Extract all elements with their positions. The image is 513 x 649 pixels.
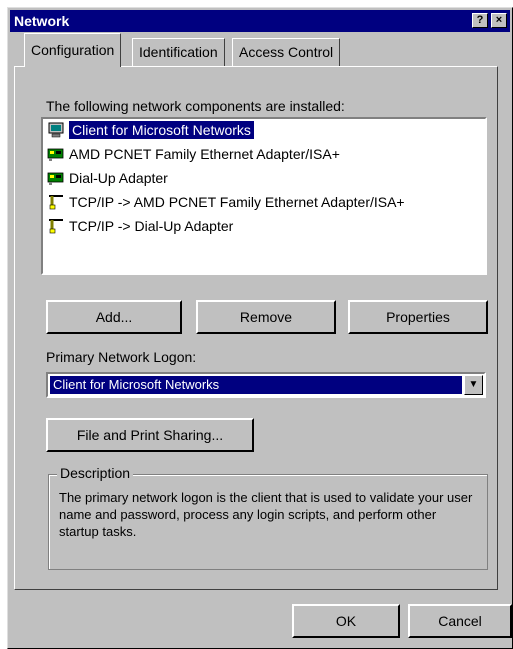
title-bar: Network ? × <box>10 10 510 32</box>
list-item[interactable]: TCP/IP -> Dial-Up Adapter <box>43 215 485 239</box>
file-print-sharing-button[interactable]: File and Print Sharing... <box>46 418 254 452</box>
list-item-label: Dial-Up Adapter <box>69 170 168 186</box>
description-text: The primary network logon is the client … <box>59 490 473 539</box>
ok-button-label: OK <box>335 613 357 629</box>
list-item-label: Client for Microsoft Networks <box>69 121 254 139</box>
components-list[interactable]: Client for Microsoft Networks AMD PCNET … <box>41 117 487 275</box>
adapter-icon <box>47 148 64 161</box>
properties-button-label: Properties <box>386 309 450 325</box>
close-icon: × <box>495 14 503 26</box>
description-group: Description The primary network logon is… <box>48 465 488 570</box>
help-button[interactable]: ? <box>472 13 488 28</box>
window-title: Network <box>14 13 70 29</box>
protocol-icon <box>49 219 63 234</box>
tab-access-control-label: Access Control <box>239 44 334 60</box>
logon-label: Primary Network Logon: <box>46 349 197 365</box>
add-button-label: Add... <box>95 309 133 325</box>
list-item[interactable]: AMD PCNET Family Ethernet Adapter/ISA+ <box>43 143 485 167</box>
chevron-down-icon: ▼ <box>468 379 479 390</box>
tab-identification[interactable]: Identification <box>132 38 225 66</box>
components-heading: The following network components are ins… <box>46 98 345 114</box>
primary-logon-value: Client for Microsoft Networks <box>50 376 462 394</box>
cancel-button-label: Cancel <box>438 613 482 629</box>
help-icon: ? <box>476 14 484 26</box>
remove-button-label: Remove <box>239 309 293 325</box>
list-item-label: TCP/IP -> Dial-Up Adapter <box>69 218 234 234</box>
file-print-sharing-label: File and Print Sharing... <box>76 427 224 443</box>
tab-access-control[interactable]: Access Control <box>232 38 341 66</box>
tab-identification-label: Identification <box>139 44 218 60</box>
dropdown-arrow-button[interactable]: ▼ <box>464 375 483 395</box>
description-legend: Description <box>57 465 134 481</box>
list-item[interactable]: Dial-Up Adapter <box>43 167 485 191</box>
protocol-icon <box>49 195 63 210</box>
list-item[interactable]: TCP/IP -> AMD PCNET Family Ethernet Adap… <box>43 191 485 215</box>
remove-button[interactable]: Remove <box>196 300 336 334</box>
primary-logon-select[interactable]: Client for Microsoft Networks ▼ <box>46 372 486 398</box>
tab-configuration[interactable]: Configuration <box>24 33 122 67</box>
client-icon <box>48 122 64 138</box>
tab-configuration-label: Configuration <box>31 42 115 58</box>
properties-button[interactable]: Properties <box>348 300 488 334</box>
adapter-icon <box>47 172 64 185</box>
cancel-button[interactable]: Cancel <box>408 604 512 638</box>
close-button[interactable]: × <box>491 13 507 28</box>
add-button[interactable]: Add... <box>46 300 182 334</box>
ok-button[interactable]: OK <box>292 604 400 638</box>
list-item-label: TCP/IP -> AMD PCNET Family Ethernet Adap… <box>69 194 405 210</box>
list-item-label: AMD PCNET Family Ethernet Adapter/ISA+ <box>69 146 340 162</box>
list-item[interactable]: Client for Microsoft Networks <box>43 119 485 143</box>
